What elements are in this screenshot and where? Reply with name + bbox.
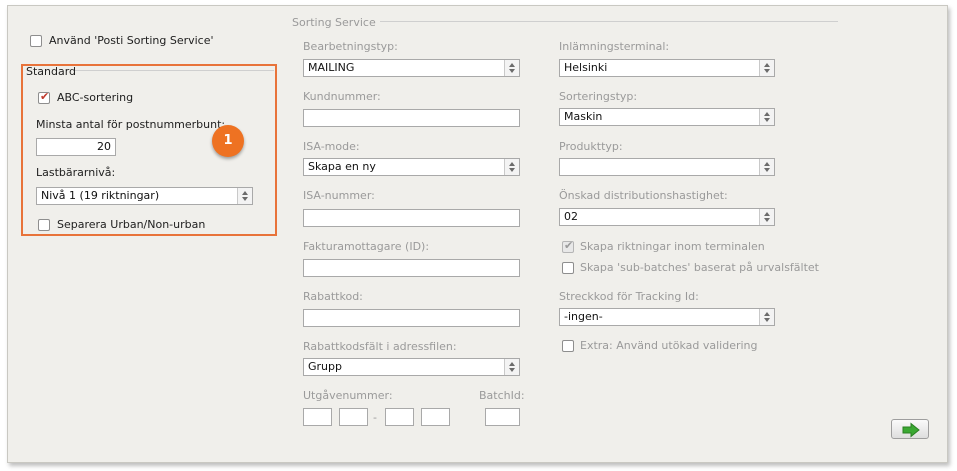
distribution-speed-label: Önskad distributionshastighet: (559, 189, 728, 202)
section-title: Sorting Service (292, 16, 380, 29)
create-subbatches-label: Skapa 'sub-batches' baserat på urvalsfäl… (580, 261, 819, 274)
terminal-select[interactable]: Helsinki (559, 59, 775, 77)
create-directions-checkbox[interactable] (562, 239, 574, 253)
use-posti-service-checkbox[interactable] (30, 35, 42, 47)
abc-sorting-checkbox[interactable] (38, 90, 50, 104)
customer-number-input[interactable] (303, 109, 520, 127)
carrier-level-label: Lastbärarnivå: (36, 166, 116, 179)
spinner-icon[interactable] (759, 109, 774, 125)
product-type-select[interactable] (559, 158, 775, 176)
discount-field-select[interactable]: Grupp (303, 358, 520, 376)
isa-number-label: ISA-nummer: (303, 189, 375, 202)
processing-type-value: MAILING (308, 61, 355, 74)
isa-mode-value: Skapa en ny (308, 160, 376, 173)
min-count-label: Minsta antal för postnummerbunt: (36, 118, 226, 131)
discount-field-value: Grupp (308, 360, 342, 373)
spinner-icon[interactable] (237, 188, 252, 204)
terminal-value: Helsinki (564, 61, 608, 74)
step-badge: 1 (212, 125, 244, 157)
batch-id-input[interactable] (485, 408, 520, 426)
customer-number-label: Kundnummer: (303, 90, 381, 103)
separate-urban-checkbox[interactable] (38, 219, 50, 231)
section-divider (370, 21, 838, 22)
next-button[interactable] (891, 419, 929, 439)
main-panel: Använd 'Posti Sorting Service' Standard … (7, 5, 948, 463)
barcode-label: Streckkod för Tracking Id: (559, 290, 699, 303)
extra-validation-checkbox[interactable] (562, 340, 574, 352)
issue-number-part-1[interactable] (303, 408, 332, 426)
terminal-label: Inlämningsterminal: (559, 40, 670, 53)
min-count-input[interactable]: 20 (36, 138, 116, 156)
standard-divider (75, 70, 274, 71)
isa-mode-select[interactable]: Skapa en ny (303, 158, 520, 176)
spinner-icon[interactable] (759, 60, 774, 76)
invoice-recipient-label: Fakturamottagare (ID): (303, 240, 430, 253)
spinner-icon[interactable] (504, 359, 519, 375)
sorting-type-value: Maskin (564, 110, 603, 123)
distribution-speed-select[interactable]: 02 (559, 208, 775, 226)
processing-type-label: Bearbetningstyp: (303, 40, 398, 53)
issue-number-part-2[interactable] (339, 408, 368, 426)
invoice-recipient-input[interactable] (303, 259, 520, 277)
sorting-type-label: Sorteringstyp: (559, 90, 638, 103)
product-type-label: Produkttyp: (559, 140, 623, 153)
discount-code-input[interactable] (303, 309, 520, 327)
separate-urban-label: Separera Urban/Non-urban (57, 218, 206, 231)
spinner-icon[interactable] (504, 60, 519, 76)
issue-number-part-3[interactable] (385, 408, 414, 426)
spinner-icon[interactable] (759, 309, 774, 325)
spinner-icon[interactable] (504, 159, 519, 175)
barcode-select[interactable]: -ingen- (559, 308, 775, 326)
issue-number-part-4[interactable] (421, 408, 450, 426)
barcode-value: -ingen- (564, 310, 603, 323)
isa-number-input[interactable] (303, 209, 520, 227)
spinner-icon[interactable] (759, 159, 774, 175)
spinner-icon[interactable] (759, 209, 774, 225)
discount-code-label: Rabattkod: (303, 290, 363, 303)
sorting-type-select[interactable]: Maskin (559, 108, 775, 126)
issue-number-dash: - (373, 411, 377, 424)
processing-type-select[interactable]: MAILING (303, 59, 520, 77)
batch-id-label: BatchId: (479, 389, 525, 402)
extra-validation-label: Extra: Använd utökad validering (580, 339, 758, 352)
use-posti-service-label: Använd 'Posti Sorting Service' (49, 34, 214, 47)
isa-mode-label: ISA-mode: (303, 140, 360, 153)
carrier-level-select[interactable]: Nivå 1 (19 riktningar) (36, 187, 253, 205)
standard-legend: Standard (26, 65, 77, 78)
carrier-level-value: Nivå 1 (19 riktningar) (41, 189, 160, 202)
discount-field-label: Rabattkodsfält i adressfilen: (303, 340, 457, 353)
create-subbatches-checkbox[interactable] (562, 262, 574, 274)
distribution-speed-value: 02 (564, 210, 578, 223)
abc-sorting-label: ABC-sortering (57, 91, 134, 104)
create-directions-label: Skapa riktningar inom terminalen (580, 240, 765, 253)
arrow-right-icon (902, 422, 920, 438)
issue-number-label: Utgåvenummer: (303, 389, 393, 402)
